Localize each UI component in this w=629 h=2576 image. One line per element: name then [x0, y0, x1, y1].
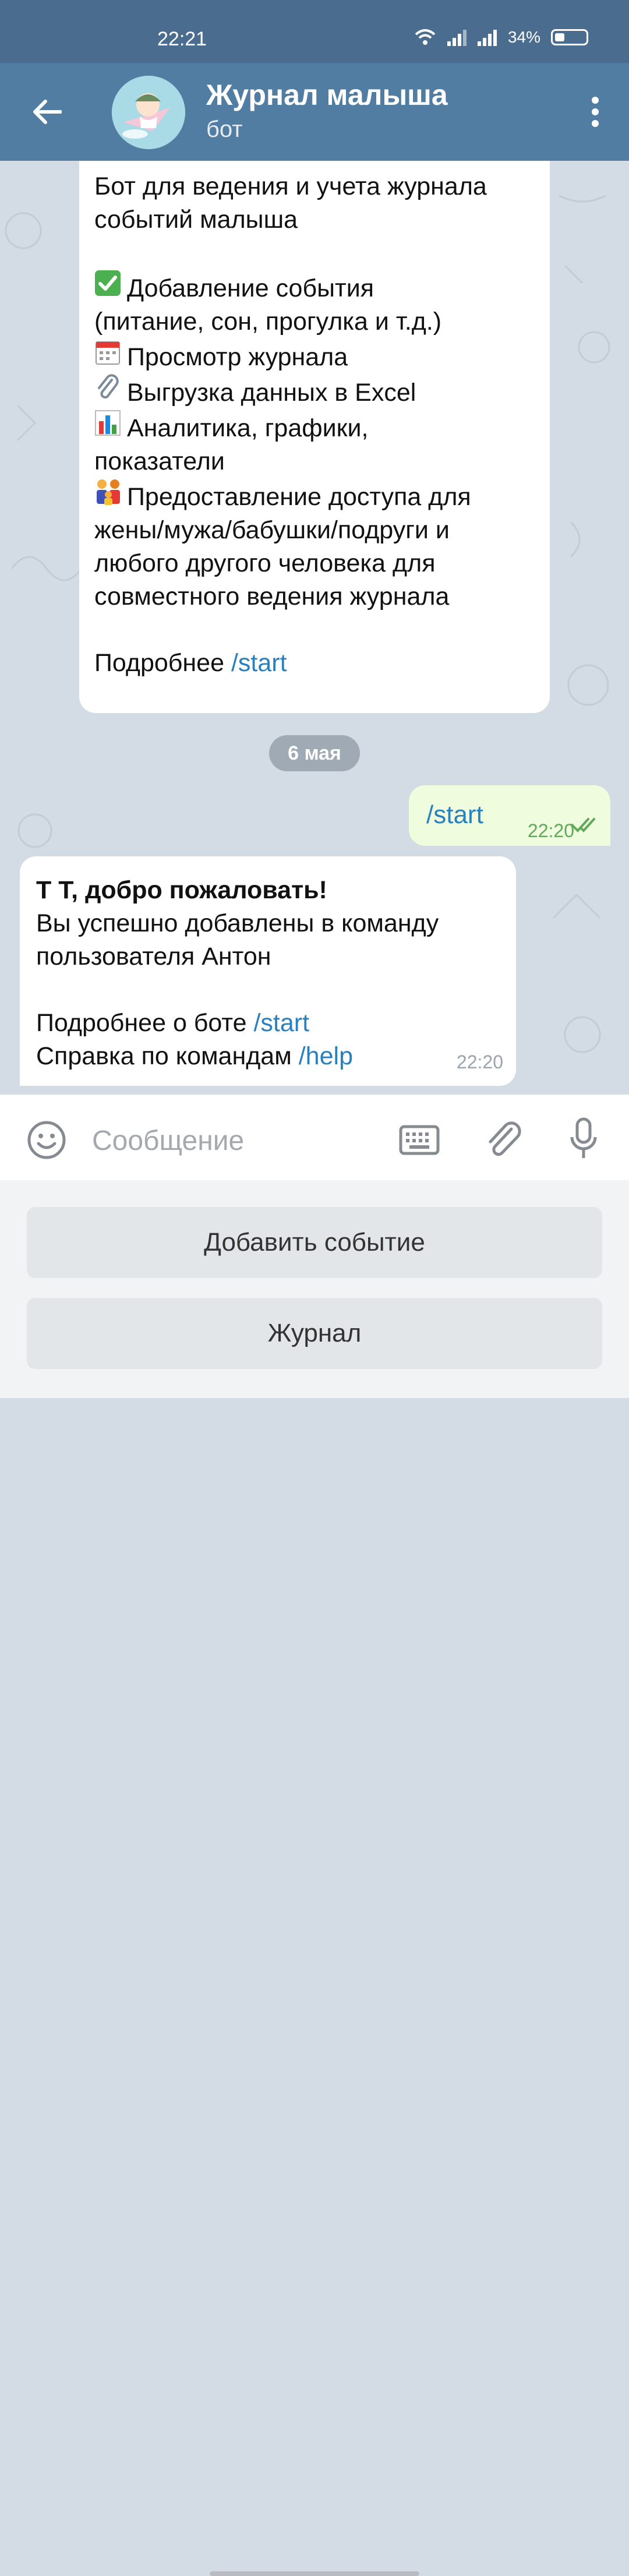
- family-icon: [94, 478, 127, 514]
- outgoing-start-command[interactable]: /start: [426, 798, 483, 831]
- smiley-icon: [27, 1121, 66, 1159]
- feature-share-access: Предоставление доступа для: [127, 483, 471, 511]
- journal-button[interactable]: Журнал: [27, 1298, 602, 1369]
- paperclip-icon: [489, 1121, 521, 1156]
- chat-title: Журнал малыша: [206, 79, 448, 111]
- emoji-button[interactable]: [23, 1117, 70, 1163]
- avatar-illustration-icon: [112, 76, 185, 149]
- bot-keyboard-button[interactable]: [396, 1117, 443, 1163]
- microphone-button[interactable]: [560, 1114, 607, 1163]
- chat-subtitle: бот: [206, 117, 243, 142]
- intro-message[interactable]: Бот для ведения и учета журнала событий …: [79, 161, 550, 713]
- help-text: Справка по командам: [36, 1042, 299, 1070]
- help-command-link[interactable]: /help: [299, 1042, 353, 1070]
- signal-icon-2: [477, 30, 497, 46]
- more-text: Подробнее: [94, 649, 231, 677]
- feature-add-event: Добавление события: [127, 274, 374, 302]
- start-command-link[interactable]: /start: [231, 649, 287, 677]
- microphone-icon: [570, 1117, 597, 1158]
- message-composer: [0, 1094, 629, 1181]
- message-input[interactable]: [91, 1117, 373, 1165]
- signal-icon: [447, 30, 467, 46]
- arrow-left-icon: [33, 100, 62, 124]
- intro-line: (питание, сон, прогулка и т.д.): [94, 308, 442, 336]
- paperclip-icon: [94, 374, 127, 410]
- welcome-line: пользователя Антон: [36, 943, 271, 971]
- status-bar: 22:21 34%: [0, 0, 629, 63]
- welcome-title: Т Т, добро пожаловать!: [36, 876, 327, 904]
- bot-reply-keyboard: Добавить событие Журнал: [0, 1180, 629, 2576]
- chat-messages[interactable]: Бот для ведения и учета журнала событий …: [0, 161, 629, 1094]
- intro-line: любого другого человека для: [94, 549, 436, 577]
- wifi-icon: [415, 29, 436, 45]
- keyboard-icon: [399, 1125, 440, 1155]
- feature-analytics: Аналитика, графики,: [127, 414, 369, 442]
- more-vertical-icon: [592, 97, 599, 127]
- bar-chart-icon: [94, 410, 127, 445]
- more-menu-button[interactable]: [578, 89, 613, 135]
- about-text: Подробнее о боте: [36, 1009, 254, 1037]
- home-indicator[interactable]: [210, 2571, 419, 2576]
- back-button[interactable]: [23, 89, 70, 135]
- chat-header: Журнал малыша бот: [0, 63, 629, 161]
- incoming-time: 22:20: [456, 1051, 503, 1072]
- intro-line: жены/мужа/бабушки/подруги и: [94, 516, 450, 544]
- intro-line: событий малыша: [94, 206, 298, 234]
- feature-view-log: Просмотр журнала: [127, 343, 348, 371]
- outgoing-time: 22:20: [527, 820, 574, 841]
- status-icons: 34%: [414, 28, 588, 47]
- intro-line: Бот для ведения и учета журнала: [94, 172, 487, 200]
- intro-line: показатели: [94, 447, 225, 475]
- about-start-link[interactable]: /start: [253, 1009, 309, 1037]
- feature-export-excel: Выгрузка данных в Excel: [127, 379, 416, 407]
- battery-percent: 34%: [507, 28, 540, 46]
- status-time: 22:21: [157, 28, 207, 50]
- add-event-button[interactable]: Добавить событие: [27, 1207, 602, 1278]
- bot-avatar[interactable]: [112, 76, 185, 149]
- check-mark-icon: [94, 270, 127, 305]
- battery-icon: [551, 29, 588, 45]
- date-separator: 6 мая: [269, 735, 360, 771]
- calendar-icon: [94, 338, 127, 374]
- welcome-line: Вы успешно добавлены в команду: [36, 909, 439, 937]
- attach-button[interactable]: [481, 1117, 528, 1163]
- outgoing-message[interactable]: /start 22:20: [409, 785, 610, 846]
- incoming-message[interactable]: Т Т, добро пожаловать! Вы успешно добавл…: [20, 856, 516, 1086]
- double-check-icon: [571, 818, 595, 832]
- intro-line: совместного ведения журнала: [94, 583, 450, 611]
